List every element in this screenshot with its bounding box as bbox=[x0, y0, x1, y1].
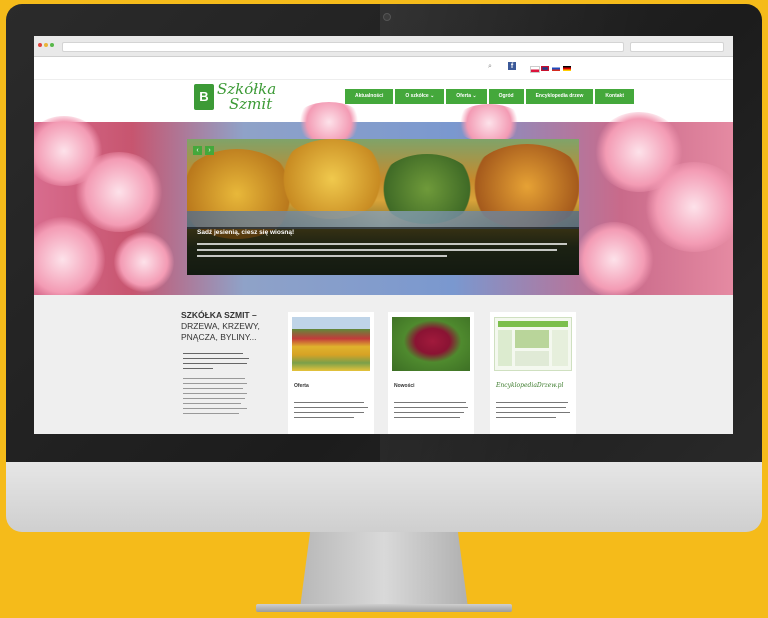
intro-text-line bbox=[183, 358, 249, 360]
menu-item-garden[interactable]: Ogród bbox=[488, 89, 524, 104]
flag-uk-icon[interactable] bbox=[541, 66, 549, 71]
menu-item-about[interactable]: O szkółce ⌄ bbox=[395, 89, 445, 104]
monitor-stand-base bbox=[256, 604, 512, 612]
logo-line-2: Szmit bbox=[229, 95, 273, 113]
minimize-window-dot[interactable] bbox=[44, 43, 48, 47]
facebook-icon[interactable]: f bbox=[508, 62, 516, 70]
intro-heading: SZKÓŁKA SZMIT – DRZEWA, KRZEWY, PNĄCZA, … bbox=[181, 310, 260, 343]
intro-text-line bbox=[183, 398, 245, 400]
red-plant-image bbox=[392, 317, 470, 371]
content-section bbox=[34, 295, 733, 434]
autumn-tree-image bbox=[277, 139, 387, 219]
blossom-decoration bbox=[294, 102, 364, 142]
card-text-line bbox=[496, 407, 566, 409]
card-text-line bbox=[294, 412, 364, 414]
address-bar[interactable] bbox=[62, 42, 624, 52]
thumbnail-header bbox=[498, 321, 568, 327]
site-logo[interactable]: Szkółka Szmit bbox=[217, 82, 276, 112]
intro-title-line-2: DRZEWA, KRZEWY, bbox=[181, 321, 260, 331]
blossom-decoration bbox=[574, 222, 654, 297]
blossom-decoration bbox=[34, 217, 105, 302]
caption-text-line bbox=[197, 249, 557, 251]
blossom-decoration bbox=[454, 104, 524, 142]
menu-item-news[interactable]: Aktualności bbox=[345, 89, 394, 104]
intro-text-line bbox=[183, 368, 213, 370]
card-text-line bbox=[394, 407, 468, 409]
menu-item-encyclopedia[interactable]: Encyklopedia drzew bbox=[525, 89, 594, 104]
hero-slide[interactable]: ‹ › Sadź jesienią, ciesz się wiosną! bbox=[187, 139, 579, 275]
card-text-line bbox=[394, 402, 466, 404]
browser-search-box[interactable] bbox=[630, 42, 724, 52]
screen: ⌕ f B Szkółka Szmit Aktualności O szkółc… bbox=[34, 36, 733, 434]
thumbnail-content bbox=[515, 330, 549, 348]
intro-title-line-3: PNĄCZA, BYLINY... bbox=[181, 332, 257, 342]
nursery-field-image bbox=[292, 317, 370, 371]
close-window-dot[interactable] bbox=[38, 43, 42, 47]
logo-mark[interactable]: B bbox=[194, 84, 214, 110]
blossom-decoration bbox=[644, 162, 733, 252]
intro-text-line bbox=[183, 388, 243, 390]
menu-item-offer[interactable]: Oferta ⌄ bbox=[446, 89, 487, 104]
blossom-decoration bbox=[74, 152, 164, 232]
flag-ru-icon[interactable] bbox=[552, 66, 560, 71]
monitor-chin bbox=[6, 462, 762, 532]
intro-text-line bbox=[183, 383, 247, 385]
card-news[interactable]: Nowości bbox=[388, 312, 474, 434]
card-text-line bbox=[394, 417, 460, 419]
intro-text-line bbox=[183, 353, 243, 355]
top-utility-bar: ⌕ f bbox=[34, 57, 733, 80]
card-text-line bbox=[496, 412, 570, 414]
intro-text-line bbox=[183, 413, 239, 415]
intro-title-line-1: SZKÓŁKA SZMIT – bbox=[181, 310, 257, 320]
caption-text-line bbox=[197, 243, 567, 245]
camera-dot bbox=[383, 13, 391, 21]
caption-text-line bbox=[197, 255, 447, 257]
thumbnail-sidebar bbox=[498, 330, 512, 366]
monitor-stand bbox=[300, 532, 468, 608]
card-title: Oferta bbox=[294, 383, 309, 389]
menu-item-contact[interactable]: Kontakt bbox=[595, 89, 635, 104]
search-icon[interactable]: ⌕ bbox=[488, 63, 492, 71]
maximize-window-dot[interactable] bbox=[50, 43, 54, 47]
thumbnail-sidebar bbox=[552, 330, 568, 366]
intro-text-line bbox=[183, 363, 247, 365]
intro-text-line bbox=[183, 408, 247, 410]
blossom-decoration bbox=[114, 232, 174, 292]
card-text-line bbox=[394, 412, 464, 414]
flag-de-icon[interactable] bbox=[563, 66, 571, 71]
intro-text-line bbox=[183, 378, 245, 380]
card-text-line bbox=[294, 417, 354, 419]
chevron-right-icon[interactable]: › bbox=[205, 146, 214, 155]
card-text-line bbox=[294, 407, 368, 409]
card-text-line bbox=[496, 402, 568, 404]
intro-text-line bbox=[183, 403, 241, 405]
card-offer[interactable]: Oferta bbox=[288, 312, 374, 434]
card-title: EncyklopediaDrzew.pl bbox=[496, 382, 564, 389]
flag-pl-icon[interactable] bbox=[530, 66, 540, 73]
intro-text-line bbox=[183, 393, 247, 395]
hero-banner: ‹ › Sadź jesienią, ciesz się wiosną! bbox=[34, 102, 733, 302]
main-menu: Aktualności O szkółce ⌄ Oferta ⌄ Ogród E… bbox=[345, 89, 635, 104]
card-encyclopedia[interactable]: EncyklopediaDrzew.pl bbox=[490, 312, 576, 434]
card-title: Nowości bbox=[394, 383, 415, 389]
card-text-line bbox=[496, 417, 556, 419]
encyclopedia-screenshot-image bbox=[494, 317, 572, 371]
card-text-line bbox=[294, 402, 364, 404]
slide-caption-title: Sadź jesienią, ciesz się wiosną! bbox=[197, 229, 295, 236]
browser-toolbar bbox=[34, 36, 733, 57]
chevron-left-icon[interactable]: ‹ bbox=[193, 146, 202, 155]
thumbnail-content bbox=[515, 351, 549, 366]
